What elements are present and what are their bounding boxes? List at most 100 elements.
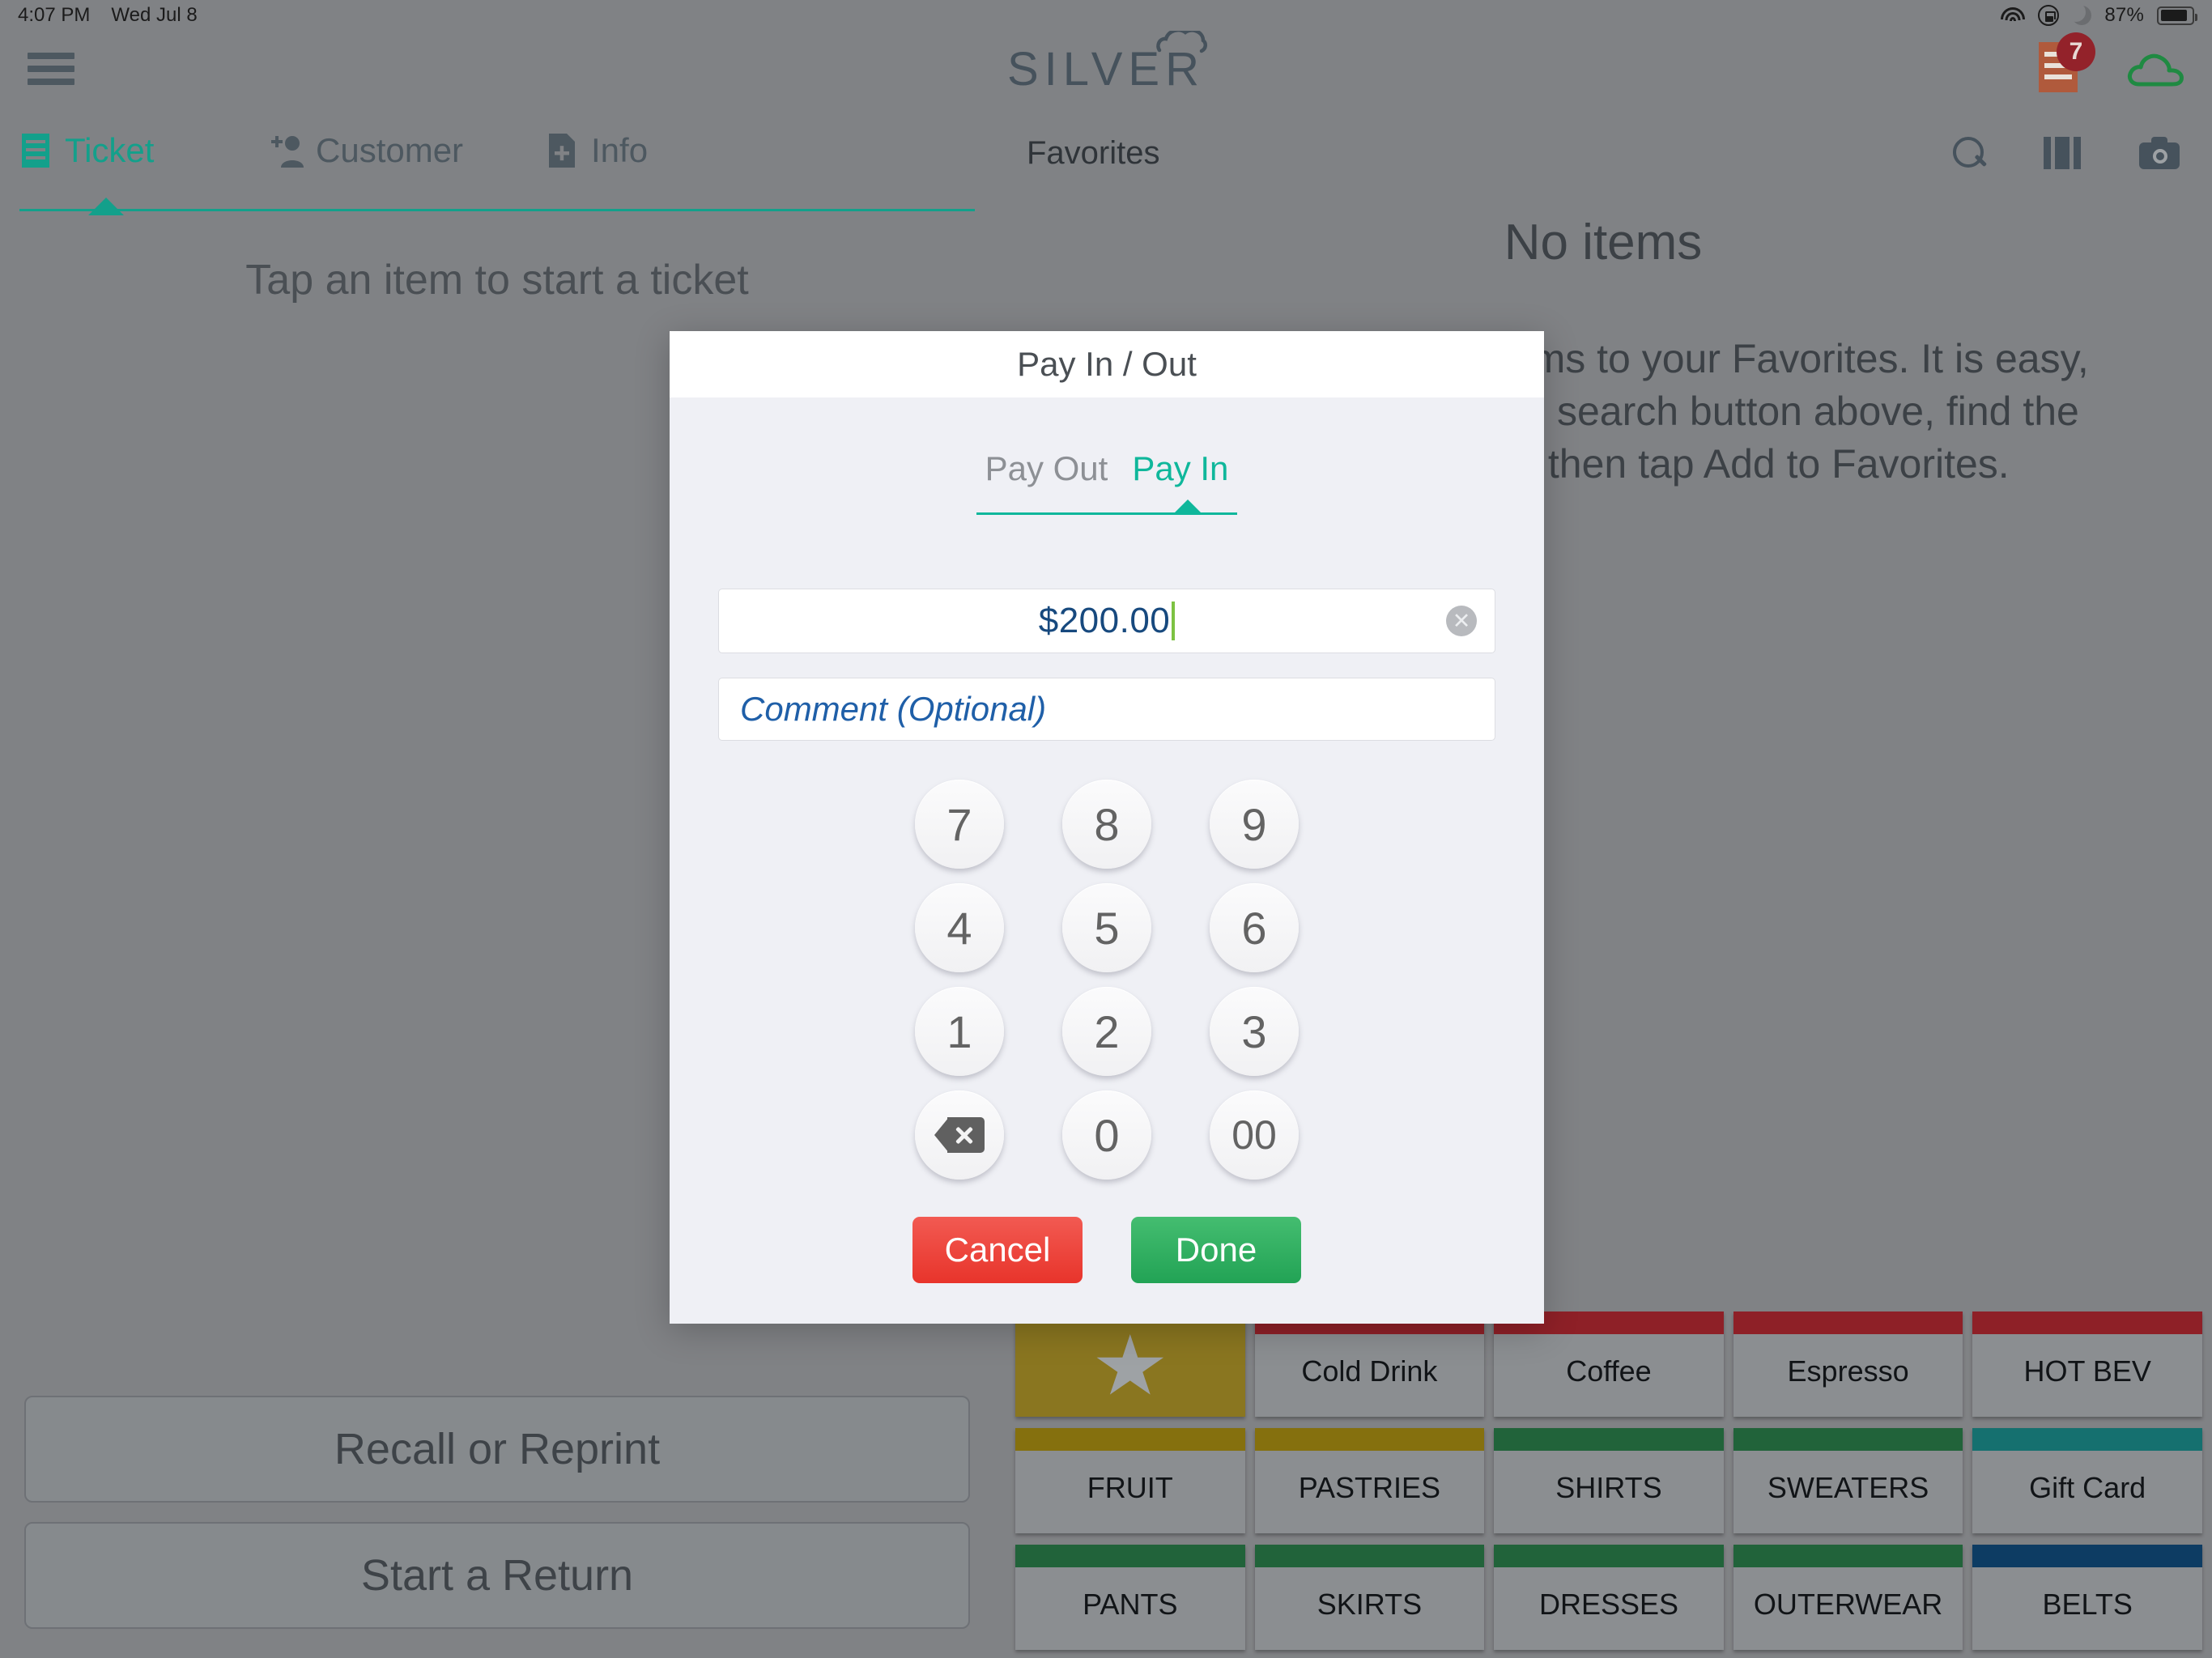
clear-circle-icon[interactable]: ✕ [1446,606,1477,636]
camera-icon[interactable] [2139,137,2180,169]
tab-customer[interactable]: Customer [270,131,546,170]
category-stripe [1494,1545,1724,1567]
category-tile[interactable]: DRESSES [1494,1545,1724,1650]
category-label: SWEATERS [1767,1471,1929,1504]
status-time: 4:07 PM [18,4,91,26]
category-tile[interactable]: HOT BEV [1972,1312,2202,1417]
category-stripe [1254,1545,1485,1567]
start-a-return-button[interactable]: Start a Return [24,1522,970,1629]
category-tile[interactable]: Coffee [1494,1312,1724,1417]
category-stripe [1015,1428,1245,1451]
open-tickets-button[interactable]: 7 [2039,32,2095,96]
numeric-keypad: 7 8 9 4 5 6 1 2 3 0 00 [896,780,1317,1180]
keypad-key-5[interactable]: 5 [1062,883,1151,972]
category-grid: Cold Drink Coffee Espresso HOT BEV FRUIT PAST… [1015,1312,2202,1650]
category-stripe [1494,1428,1724,1451]
tab-info[interactable]: Info [546,131,648,170]
done-button[interactable]: Done [1131,1217,1301,1283]
pay-direction-indicator [976,500,1237,517]
file-plus-icon [546,132,578,169]
category-stripe [1972,1428,2202,1451]
category-label: DRESSES [1538,1588,1679,1621]
dialog-actions: Cancel Done [670,1217,1544,1283]
tab-customer-label: Customer [316,131,464,169]
category-tile-favorites[interactable] [1015,1312,1245,1417]
tab-pay-out[interactable]: Pay Out [985,449,1108,488]
category-tile[interactable]: Espresso [1733,1312,1963,1417]
keypad-key-8[interactable]: 8 [1062,780,1151,869]
ios-status-bar: 4:07 PM Wed Jul 8 87% [0,0,2212,31]
hamburger-menu-icon[interactable] [28,53,74,85]
category-stripe [1972,1545,2202,1567]
pay-in-out-dialog: Pay In / Out Pay Out Pay In $200.00 ✕ Co… [670,331,1544,1324]
category-tile[interactable]: FRUIT [1015,1428,1245,1533]
tab-info-label: Info [591,131,649,169]
category-stripe [1254,1428,1485,1451]
keypad-key-6[interactable]: 6 [1210,883,1299,972]
tab-ticket-label: Ticket [65,131,155,169]
category-tile[interactable]: Cold Drink [1254,1312,1485,1417]
keypad-key-7[interactable]: 7 [915,780,1004,869]
favorites-empty-title: No items [1504,215,1703,270]
amount-value: $200.00 [1038,601,1171,640]
category-tile[interactable]: PANTS [1015,1545,1245,1650]
recall-or-reprint-button[interactable]: Recall or Reprint [24,1396,970,1503]
keypad-key-0[interactable]: 0 [1062,1090,1151,1180]
search-icon[interactable] [1953,137,1985,169]
star-icon [1096,1334,1164,1395]
dialog-fields: $200.00 ✕ Comment (Optional) [718,589,1495,741]
cancel-button[interactable]: Cancel [912,1217,1083,1283]
wifi-icon [2001,6,2026,25]
comment-input[interactable]: Comment (Optional) [718,678,1495,741]
category-stripe [1733,1428,1963,1451]
keypad-key-2[interactable]: 2 [1062,987,1151,1076]
favorites-title: Favorites [1027,134,1160,171]
ticket-empty-hint: Tap an item to start a ticket [245,257,749,304]
columns-layout-icon[interactable] [2044,137,2081,169]
amount-input[interactable]: $200.00 ✕ [718,589,1495,653]
category-label: Espresso [1787,1354,1909,1388]
do-not-disturb-moon-icon [2066,2,2092,25]
category-tile[interactable]: Gift Card [1972,1428,2202,1533]
backspace-icon [934,1117,985,1153]
category-stripe [1733,1312,1963,1334]
add-customer-icon [270,132,304,169]
category-label: PASTRIES [1298,1471,1441,1504]
keypad-key-4[interactable]: 4 [915,883,1004,972]
category-tile[interactable]: BELTS [1972,1545,2202,1650]
battery-icon [2157,6,2197,25]
keypad-key-1[interactable]: 1 [915,987,1004,1076]
battery-percent: 87% [2104,4,2144,26]
text-caret [1172,602,1176,640]
category-label: Coffee [1566,1354,1652,1388]
brand-logo: SILVER [1007,28,1208,96]
category-tile[interactable]: PASTRIES [1254,1428,1485,1533]
keypad-key-3[interactable]: 3 [1210,987,1299,1076]
category-tile[interactable]: SWEATERS [1733,1428,1963,1533]
category-label: SHIRTS [1555,1471,1662,1504]
category-label: HOT BEV [2023,1354,2151,1388]
dialog-header: Pay In / Out [670,331,1544,397]
category-stripe [1733,1545,1963,1567]
tab-ticket[interactable]: Ticket [19,131,270,170]
status-date: Wed Jul 8 [111,4,198,26]
category-label: PANTS [1083,1588,1178,1621]
category-tile[interactable]: OUTERWEAR [1733,1545,1963,1650]
cloud-sync-icon[interactable] [2126,50,2184,87]
keypad-key-00[interactable]: 00 [1210,1090,1299,1180]
receipt-icon [19,132,52,169]
category-tile[interactable]: SHIRTS [1494,1428,1724,1533]
keypad-backspace[interactable] [915,1090,1004,1180]
category-label: Gift Card [2029,1471,2146,1504]
favorites-header: Favorites [994,107,2212,199]
category-label: Cold Drink [1301,1354,1438,1388]
category-stripe [1972,1312,2202,1334]
keypad-key-9[interactable]: 9 [1210,780,1299,869]
category-label: SKIRTS [1317,1588,1423,1621]
category-label: OUTERWEAR [1753,1588,1943,1621]
tab-pay-in[interactable]: Pay In [1132,449,1228,488]
category-tile[interactable]: SKIRTS [1254,1545,1485,1650]
category-label: FRUIT [1087,1471,1173,1504]
tab-active-indicator [19,198,975,215]
ticket-tabbar: Ticket Customer Info [0,107,994,194]
